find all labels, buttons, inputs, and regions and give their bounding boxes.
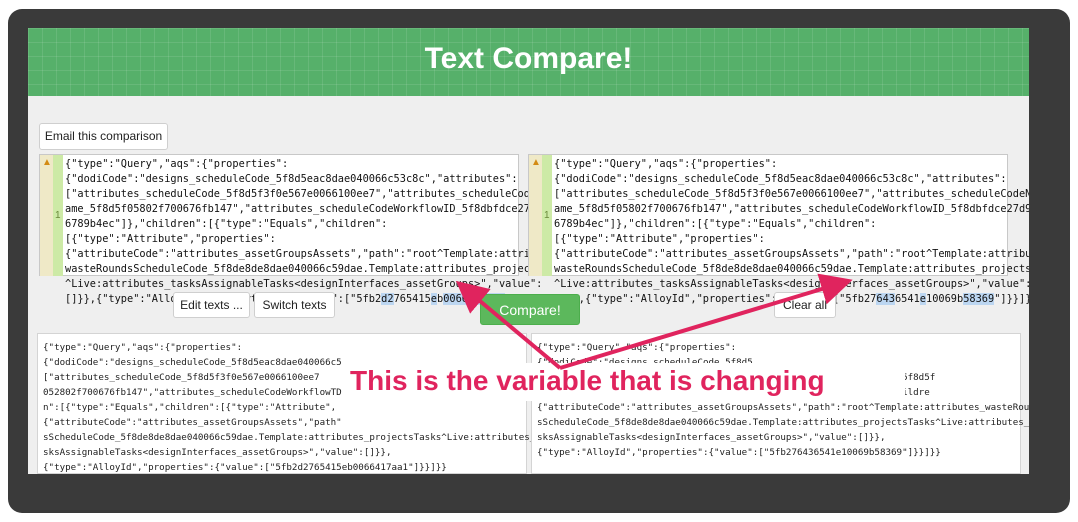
arrow-to-left-id: [455, 280, 562, 370]
annotation-arrows: [455, 273, 853, 370]
arrow-to-right-id: [559, 273, 853, 370]
